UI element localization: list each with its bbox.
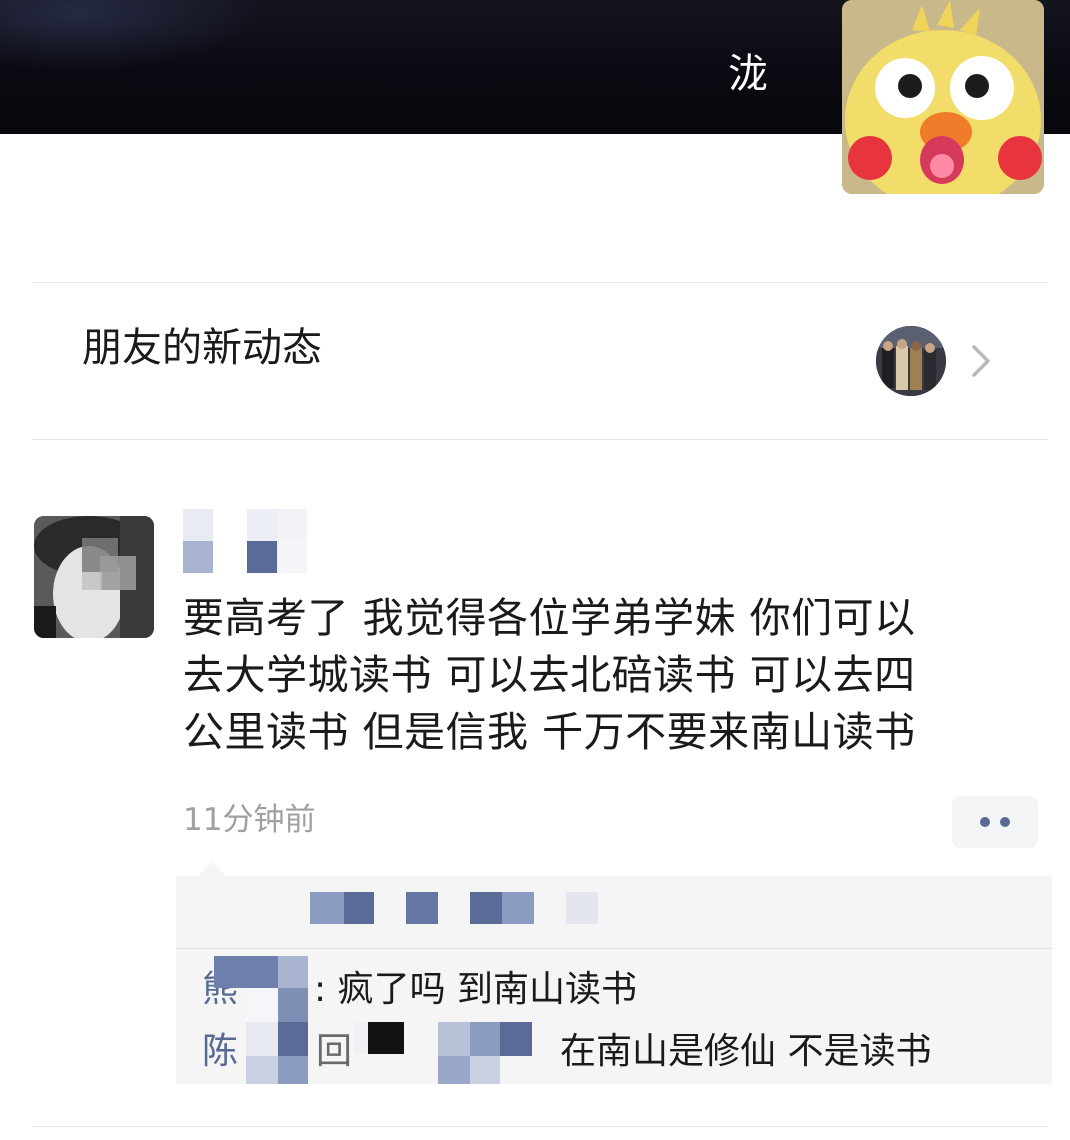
group-photo-icon <box>876 326 946 396</box>
comment-author[interactable]: 陈 <box>202 1031 238 1072</box>
divider <box>176 948 1052 949</box>
likes-row <box>176 876 1052 948</box>
reply-label: 回 <box>316 1031 353 1072</box>
friends-updates-row[interactable]: 朋友的新动态 <box>0 283 1070 439</box>
chevron-right-icon <box>966 341 996 381</box>
comment-text: 在南山是修仙 不是读书 <box>560 1031 932 1072</box>
friends-updates-label: 朋友的新动态 <box>82 325 322 371</box>
post-text-line: 去大学城读书 可以去北碚读书 可以去四 <box>183 651 916 699</box>
profile-name: 泷 <box>728 51 768 97</box>
yellow-chick-avatar-icon[interactable] <box>842 0 1044 194</box>
comment-text: : 疯了吗 到南山读书 <box>314 969 638 1010</box>
post-text: 要高考了 我觉得各位学弟学妹 你们可以 去大学城读书 可以去北碚读书 可以去四 … <box>183 590 1013 761</box>
comment-item[interactable]: 陈 <box>202 1030 238 1074</box>
post-text-line: 公里读书 但是信我 千万不要来南山读书 <box>183 708 916 756</box>
author-avatar[interactable] <box>34 516 154 638</box>
divider <box>32 1126 1048 1127</box>
post-text-line: 要高考了 我觉得各位学弟学妹 你们可以 <box>183 594 916 642</box>
post-time: 11分钟前 <box>183 802 316 838</box>
comments-box: 熊 : 疯了吗 到南山读书 陈 回 在南山是修仙 不是读书 <box>176 862 1052 1084</box>
more-dots-icon[interactable] <box>952 796 1038 848</box>
divider <box>32 439 1048 440</box>
author-name-mosaic <box>183 509 313 573</box>
